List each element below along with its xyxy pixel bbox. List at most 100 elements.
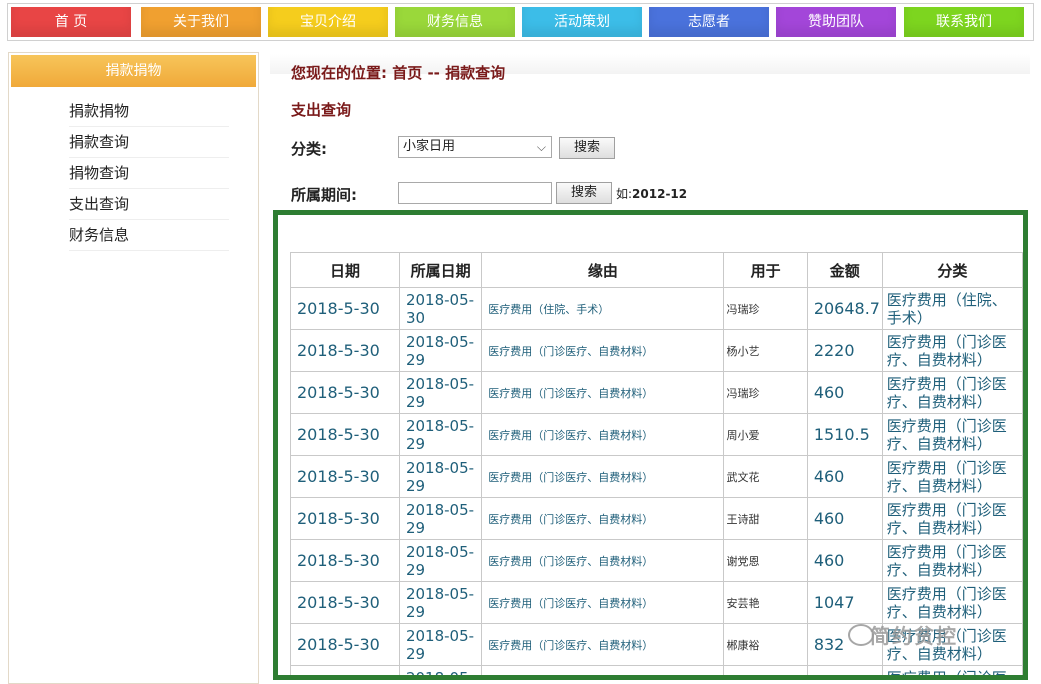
cell-period: 2018-05-29 [398,329,483,372]
col-reason: 缘由 [481,252,725,288]
nav-contact[interactable]: 联系我们 [904,7,1024,37]
period-search-button[interactable]: 搜索 [556,182,612,204]
cell-period: 2018-05-30 [398,287,483,330]
cell-amount: 1047 [806,581,883,624]
cell-reason[interactable]: 医疗费用（门诊医疗、自费材料） [481,413,725,456]
sidebar: 捐款捐物 捐款捐物 捐款查询 捐物查询 支出查询 财务信息 [8,52,259,684]
nav-events[interactable]: 活动策划 [522,7,642,37]
table-row: 2018-5-30 2018-05-29 医疗费用（门诊医疗、自费材料） 安芸艳 104… [290,581,1023,624]
cell-date: 2018-5-30 [290,623,400,666]
cell-amount: 460 [806,371,883,414]
table-row: 2018-5-302018-05-29医疗费用（门诊医疗、自费材料）陶欢甜482… [290,665,1023,675]
period-input[interactable] [398,182,552,204]
cell-period: 2018-05-29 [398,455,483,498]
category-select-value: 小家日用 [403,139,456,154]
cell-reason[interactable]: 医疗费用（门诊医疗、自费材料） [481,539,725,582]
category-label: 分类: [291,140,327,158]
watermark: 简约贫控 [870,624,958,648]
cell-category[interactable]: 医疗费用（门诊医疗、自费材料） [881,455,1023,498]
chevron-down-icon: ⌵ [536,140,546,154]
cell-user: 谢党恩 [723,539,808,582]
cell-reason[interactable]: 医疗费用（门诊医疗、自费材料） [481,371,725,414]
sidebar-title: 捐款捐物 [11,55,256,87]
cell-amount: 460 [806,455,883,498]
cell-category[interactable]: 医疗费用（门诊医疗、自费材料） [881,329,1023,372]
col-amount: 金额 [806,252,883,288]
cell-date: 2018-5-30 [290,329,400,372]
category-search-button[interactable]: 搜索 [559,137,615,159]
col-category: 分类 [881,252,1023,288]
breadcrumb: 您现在的位置: 首页 -- 捐款查询 [291,64,506,82]
cell-user: 武文花 [723,455,808,498]
cell-period: 2018-05-29 [398,371,483,414]
cell-category[interactable]: 医疗费用（住院、手术） [881,287,1023,330]
nav-kids[interactable]: 宝贝介绍 [268,7,388,37]
cell-user: 冯瑞珍 [723,287,808,330]
sidebar-item-expense-query[interactable]: 支出查询 [69,189,229,220]
page-title: 支出查询 [291,101,352,119]
cell-date: 2018-5-30 [290,665,400,675]
table-header-row: 日期 所属日期 缘由 用于 金额 分类 [290,252,1023,288]
cell-date: 2018-5-30 [290,371,400,414]
cell-user: 安芸艳 [723,581,808,624]
cell-date: 2018-5-30 [290,413,400,456]
period-hint: 如:2012-12 [616,187,688,201]
cell-category[interactable]: 医疗费用（门诊医疗、自费材料） [881,413,1023,456]
sidebar-item-donations[interactable]: 捐款捐物 [69,96,229,127]
table-row: 2018-5-30 2018-05-29 医疗费用（门诊医疗、自费材料） 冯瑞珍 460… [290,371,1023,414]
cell-date: 2018-5-30 [290,581,400,624]
period-label: 所属期间: [291,186,357,204]
cell-amount: 1510.5 [806,413,883,456]
nav-volunteers[interactable]: 志愿者 [649,7,769,37]
cell-reason[interactable]: 医疗费用（住院、手术） [481,287,725,330]
cell-category[interactable]: 医疗费用（门诊医疗、自费材料） [881,665,1023,675]
table-row: 2018-5-30 2018-05-29 医疗费用（门诊医疗、自费材料） 武文花 460… [290,455,1023,498]
cell-reason[interactable]: 医疗费用（门诊医疗、自费材料） [481,623,725,666]
table-row: 2018-5-30 2018-05-29 医疗费用（门诊医疗、自费材料） 周小爱 151… [290,413,1023,456]
cell-amount: 482 [806,665,883,675]
cell-user: 王诗甜 [723,497,808,540]
cell-reason[interactable]: 医疗费用（门诊医疗、自费材料） [481,581,725,624]
expense-table: 日期 所属日期 缘由 用于 金额 分类 2018-5-30 2018-05-30 医… [290,252,1023,675]
cell-reason[interactable]: 医疗费用（门诊医疗、自费材料） [481,497,725,540]
cell-category[interactable]: 医疗费用（门诊医疗、自费材料） [881,539,1023,582]
cell-reason[interactable]: 医疗费用（门诊医疗、自费材料） [481,329,725,372]
cell-user: 郴康裕 [723,623,808,666]
nav-home[interactable]: 首 页 [11,7,131,37]
cell-period: 2018-05-29 [398,581,483,624]
sidebar-item-donation-query[interactable]: 捐款查询 [69,127,229,158]
cell-period: 2018-05-29 [398,413,483,456]
cell-category[interactable]: 医疗费用（门诊医疗、自费材料） [881,371,1023,414]
cell-reason[interactable]: 医疗费用（门诊医疗、自费材料） [481,455,725,498]
col-user: 用于 [723,252,808,288]
cell-period: 2018-05-29 [398,623,483,666]
cell-amount: 460 [806,497,883,540]
cell-category[interactable]: 医疗费用（门诊医疗、自费材料） [881,581,1023,624]
cell-date: 2018-5-30 [290,497,400,540]
category-select[interactable]: 小家日用 ⌵ [398,136,552,158]
cell-user: 冯瑞珍 [723,371,808,414]
nav-about[interactable]: 关于我们 [141,7,261,37]
top-nav: 首 页 关于我们 宝贝介绍 财务信息 活动策划 志愿者 赞助团队 联系我们 [7,3,1034,41]
cell-date: 2018-5-30 [290,455,400,498]
nav-finance[interactable]: 财务信息 [395,7,515,37]
cell-amount: 20648.7 [806,287,883,330]
sidebar-item-goods-query[interactable]: 捐物查询 [69,158,229,189]
table-row: 2018-5-30 2018-05-29 医疗费用（门诊医疗、自费材料） 谢党恩 460… [290,539,1023,582]
cell-user: 周小爱 [723,413,808,456]
cell-user: 陶欢甜 [723,665,808,675]
cell-amount: 460 [806,539,883,582]
cell-period: 2018-05-29 [398,497,483,540]
cell-date: 2018-5-30 [290,287,400,330]
col-period: 所属日期 [398,252,483,288]
cell-period: 2018-05-29 [398,539,483,582]
sidebar-item-finance[interactable]: 财务信息 [69,220,229,251]
cell-category[interactable]: 医疗费用（门诊医疗、自费材料） [881,497,1023,540]
col-date: 日期 [290,252,400,288]
cell-date: 2018-5-30 [290,539,400,582]
cell-reason[interactable]: 医疗费用（门诊医疗、自费材料） [481,665,725,675]
table-row: 2018-5-30 2018-05-29 医疗费用（门诊医疗、自费材料） 杨小艺 222… [290,329,1023,372]
nav-sponsors[interactable]: 赞助团队 [776,7,896,37]
table-row: 2018-5-30 2018-05-30 医疗费用（住院、手术） 冯瑞珍 20648.7… [290,287,1023,330]
cell-user: 杨小艺 [723,329,808,372]
